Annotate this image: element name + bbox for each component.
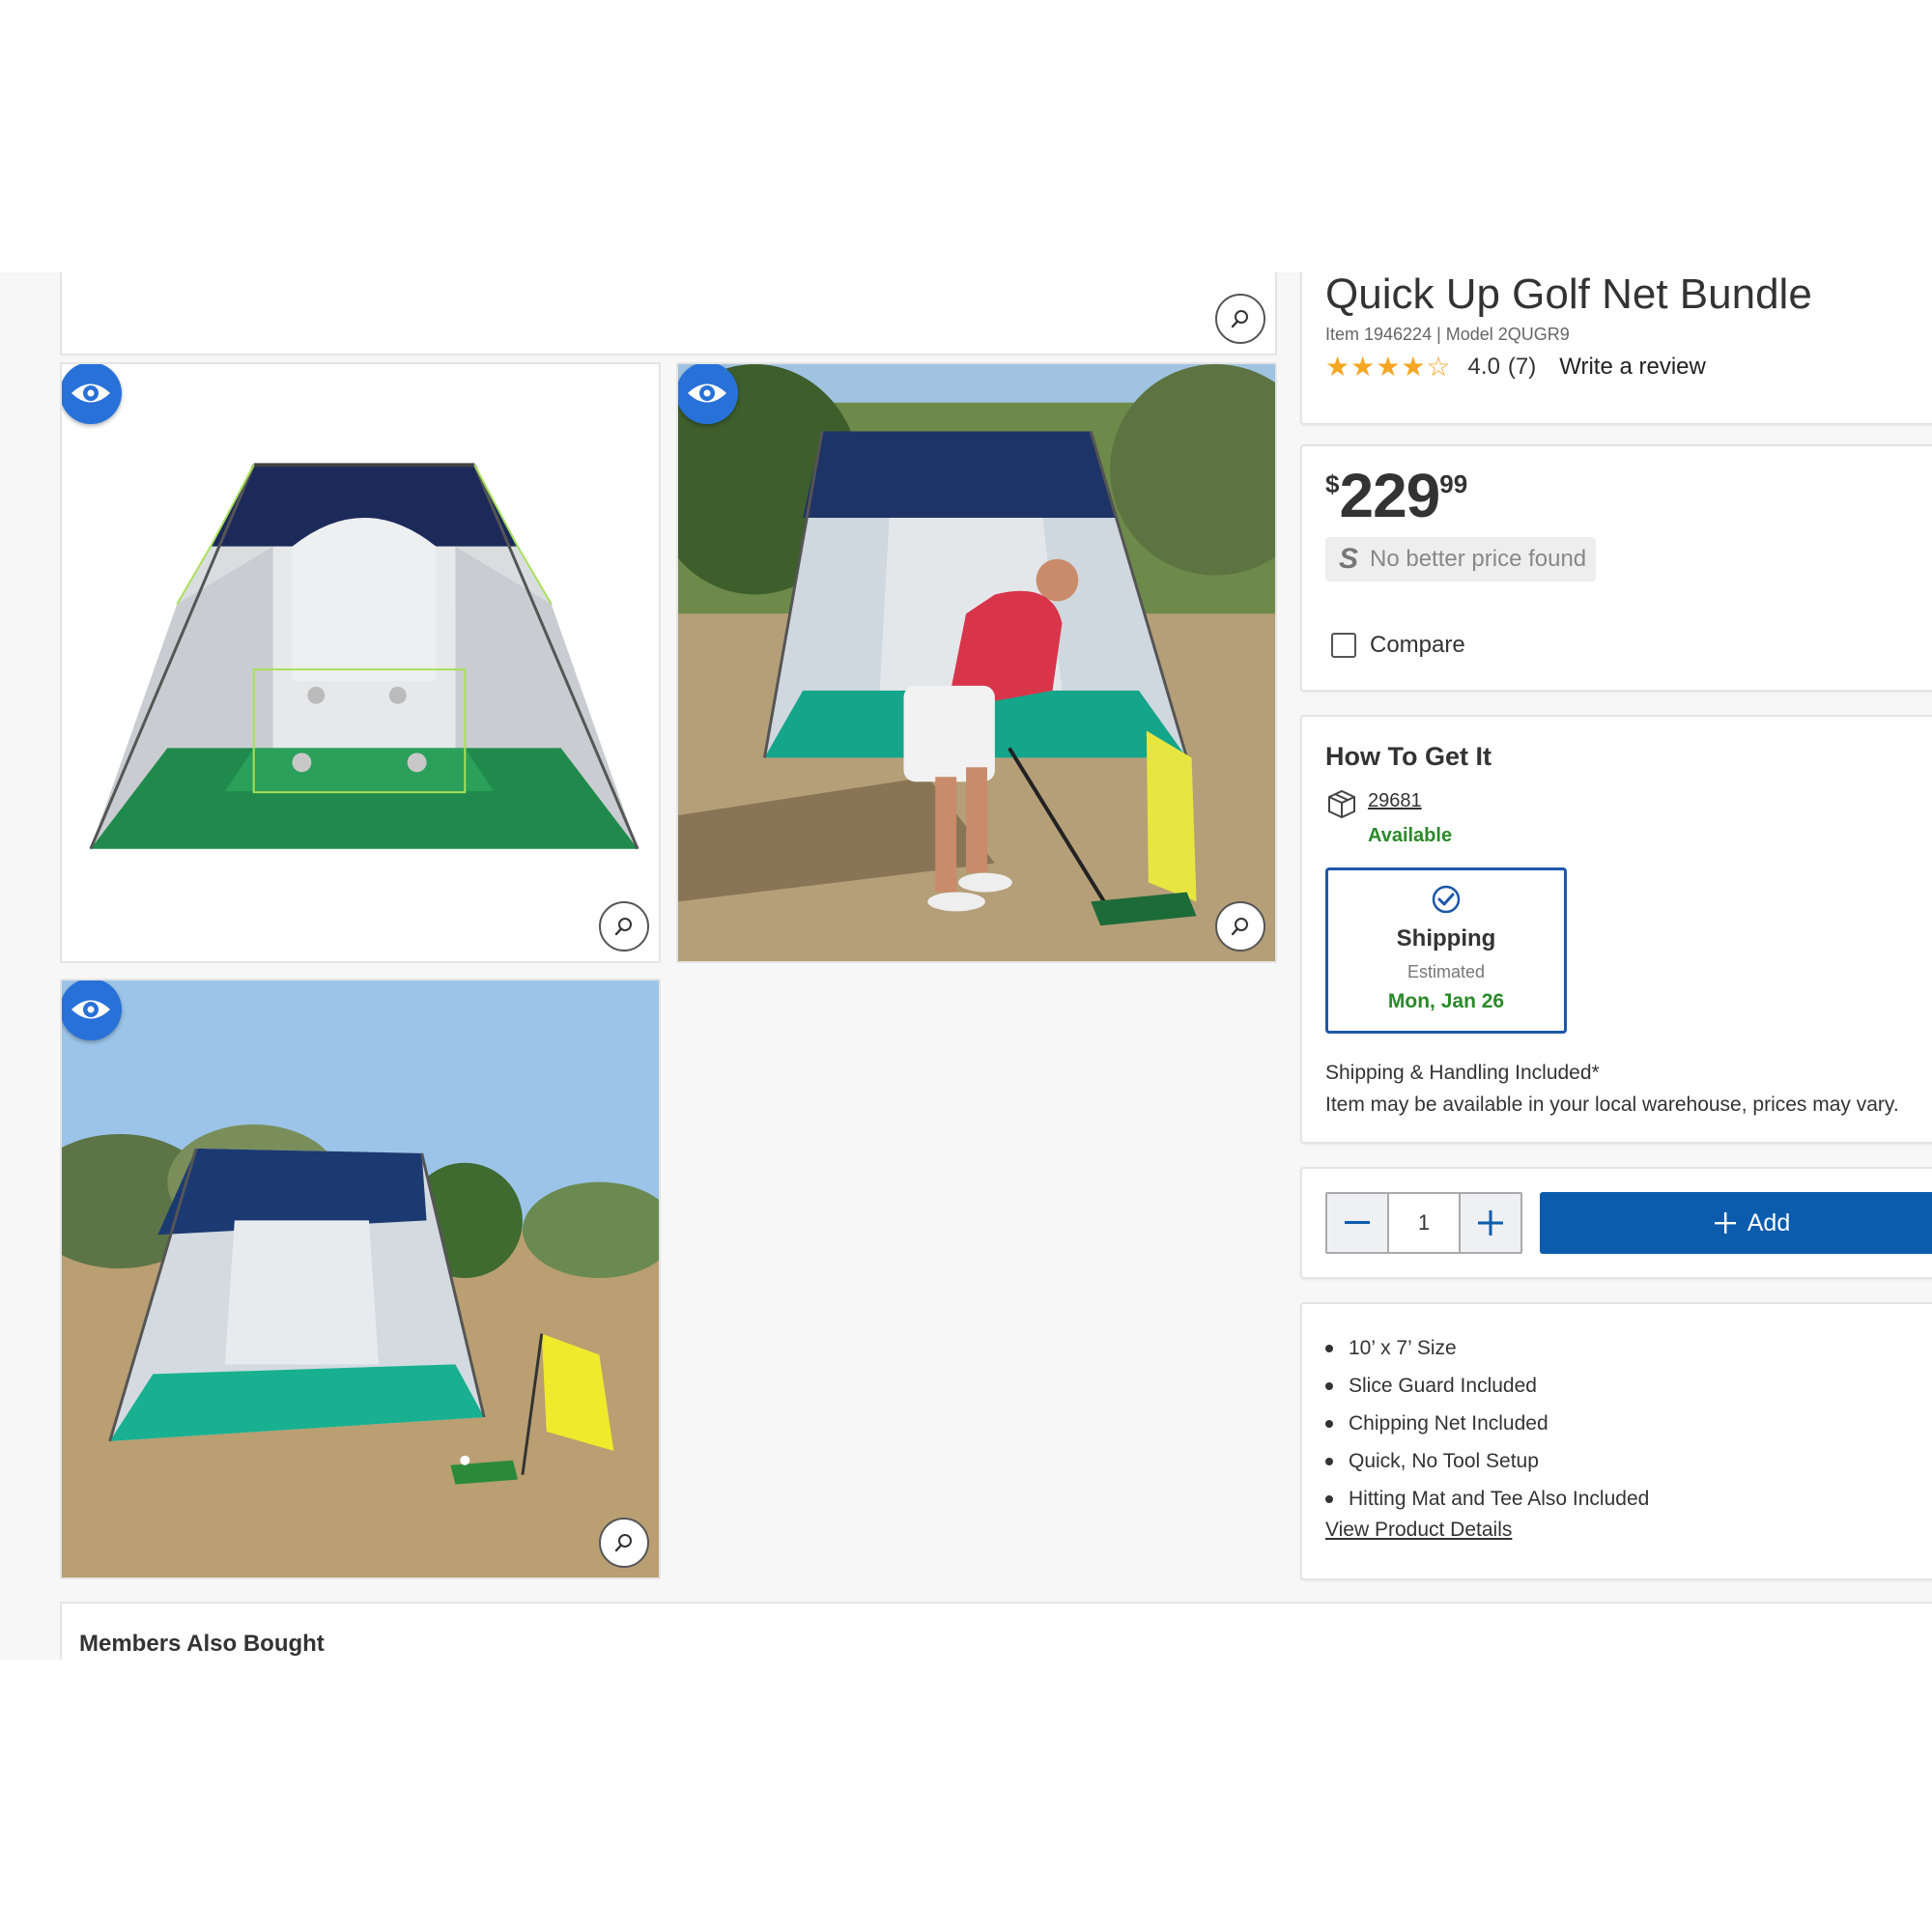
star-filled-icon: ★ bbox=[1376, 352, 1401, 382]
members-also-bought-section: Members Also Bought bbox=[60, 1602, 1932, 1660]
shipping-option[interactable]: Shipping Estimated Mon, Jan 26 bbox=[1325, 867, 1567, 1034]
price-panel: $ 229 99 S No better price found Compare bbox=[1300, 444, 1932, 692]
product-image-card-2[interactable] bbox=[676, 362, 1277, 963]
zoom-button[interactable] bbox=[599, 1518, 649, 1568]
feature-item: Quick, No Tool Setup bbox=[1325, 1442, 1649, 1480]
star-filled-icon: ★ bbox=[1325, 352, 1350, 382]
price-dollars: 229 bbox=[1339, 461, 1440, 530]
feature-item: 10’ x 7’ Size bbox=[1325, 1329, 1649, 1367]
feature-text: Hitting Mat and Tee Also Included bbox=[1349, 1488, 1650, 1510]
add-to-cart-button[interactable]: Add bbox=[1540, 1192, 1932, 1254]
minus-icon bbox=[1345, 1221, 1370, 1224]
write-review-link[interactable]: Write a review bbox=[1559, 354, 1706, 381]
zoom-button[interactable] bbox=[1215, 901, 1265, 952]
estimated-date: Mon, Jan 26 bbox=[1387, 990, 1505, 1012]
features-panel: 10’ x 7’ Size Slice Guard Included Chipp… bbox=[1300, 1302, 1932, 1580]
rating-value: 4.0 bbox=[1467, 354, 1500, 380]
magnifier-icon bbox=[1231, 310, 1248, 328]
star-filled-icon: ★ bbox=[1401, 352, 1426, 382]
magnifier-icon bbox=[1231, 918, 1248, 936]
shipping-label: Shipping bbox=[1396, 925, 1496, 952]
eye-icon bbox=[688, 384, 726, 403]
price-currency: $ bbox=[1325, 469, 1340, 498]
magnifier-icon bbox=[614, 1534, 632, 1552]
compare-label[interactable]: Compare bbox=[1370, 632, 1465, 659]
feature-item: Slice Guard Included bbox=[1325, 1367, 1649, 1405]
shipping-note-line-2: Item may be available in your local ware… bbox=[1325, 1094, 1899, 1116]
feature-text: 10’ x 7’ Size bbox=[1349, 1337, 1457, 1359]
price: $ 229 99 bbox=[1325, 462, 1467, 529]
plus-icon bbox=[1714, 1212, 1736, 1234]
view-product-details-link[interactable]: View Product Details bbox=[1325, 1519, 1512, 1542]
shipping-note-line-1: Shipping & Handling Included* bbox=[1325, 1062, 1600, 1084]
quantity-input[interactable]: 1 bbox=[1387, 1194, 1461, 1252]
product-page: Quick Up Golf Net Bundle Item 1946224 | … bbox=[0, 272, 1932, 1660]
shipping-note: Shipping & Handling Included* Item may b… bbox=[1325, 1057, 1899, 1121]
increase-quantity-button[interactable] bbox=[1461, 1194, 1520, 1252]
how-to-get-it-heading: How To Get It bbox=[1325, 742, 1492, 771]
product-image-card-top[interactable] bbox=[60, 272, 1277, 355]
compare-control[interactable]: Compare bbox=[1331, 632, 1465, 659]
warehouse-zip-link[interactable]: 29681 bbox=[1368, 790, 1422, 812]
item-model-number: Item 1946224 | Model 2QUGR9 bbox=[1325, 325, 1570, 344]
product-title-panel: Quick Up Golf Net Bundle Item 1946224 | … bbox=[1300, 272, 1932, 425]
add-to-cart-label: Add bbox=[1747, 1208, 1791, 1236]
availability-status: Available bbox=[1368, 825, 1453, 846]
zoom-button[interactable] bbox=[1215, 294, 1265, 344]
decrease-quantity-button[interactable] bbox=[1327, 1194, 1387, 1252]
view-badge[interactable] bbox=[678, 364, 738, 424]
no-better-price-text: No better price found bbox=[1370, 546, 1587, 572]
check-circle-icon bbox=[1432, 885, 1461, 914]
feature-list: 10’ x 7’ Size Slice Guard Included Chipp… bbox=[1325, 1329, 1649, 1518]
eye-icon bbox=[71, 384, 110, 403]
estimated-label: Estimated bbox=[1406, 962, 1486, 981]
magnifier-icon bbox=[614, 918, 632, 936]
plus-icon bbox=[1478, 1210, 1503, 1236]
rating-row: ★ ★ ★ ★ ☆ 4.0 (7) Write a review bbox=[1325, 354, 1706, 381]
product-title: Quick Up Golf Net Bundle bbox=[1325, 272, 1812, 318]
product-photo-net-field bbox=[62, 980, 659, 1577]
rating-stars[interactable]: ★ ★ ★ ★ ☆ bbox=[1325, 354, 1451, 381]
product-image-card-3[interactable] bbox=[60, 979, 661, 1579]
star-filled-icon: ★ bbox=[1350, 352, 1376, 382]
fulfillment-panel: How To Get It 29681 Available Shipping E… bbox=[1300, 715, 1932, 1144]
feature-text: Chipping Net Included bbox=[1349, 1412, 1548, 1435]
feature-item: Hitting Mat and Tee Also Included bbox=[1325, 1480, 1649, 1518]
box-icon bbox=[1328, 789, 1355, 819]
compare-checkbox[interactable] bbox=[1331, 633, 1356, 658]
price-cents: 99 bbox=[1439, 469, 1468, 498]
product-photo-net-studio bbox=[62, 364, 659, 961]
zoom-button[interactable] bbox=[599, 901, 649, 952]
members-also-bought-heading: Members Also Bought bbox=[79, 1631, 325, 1657]
rating-count[interactable]: (7) bbox=[1508, 354, 1536, 381]
feature-text: Quick, No Tool Setup bbox=[1349, 1450, 1539, 1472]
product-photo-golfer bbox=[678, 364, 1275, 961]
eye-icon bbox=[71, 1000, 110, 1019]
view-badge[interactable] bbox=[62, 980, 122, 1040]
no-better-price-badge: S No better price found bbox=[1325, 537, 1597, 582]
feature-item: Chipping Net Included bbox=[1325, 1405, 1649, 1442]
price-tracker-logo-icon: S bbox=[1339, 543, 1359, 575]
warehouse-row: 29681 bbox=[1325, 788, 1422, 819]
quantity-stepper: 1 bbox=[1325, 1192, 1522, 1254]
star-empty-icon: ☆ bbox=[1426, 352, 1451, 382]
product-image-card-1[interactable] bbox=[60, 362, 661, 963]
view-badge[interactable] bbox=[62, 364, 122, 424]
feature-text: Slice Guard Included bbox=[1349, 1375, 1537, 1397]
add-to-cart-panel: 1 Add bbox=[1300, 1167, 1932, 1279]
